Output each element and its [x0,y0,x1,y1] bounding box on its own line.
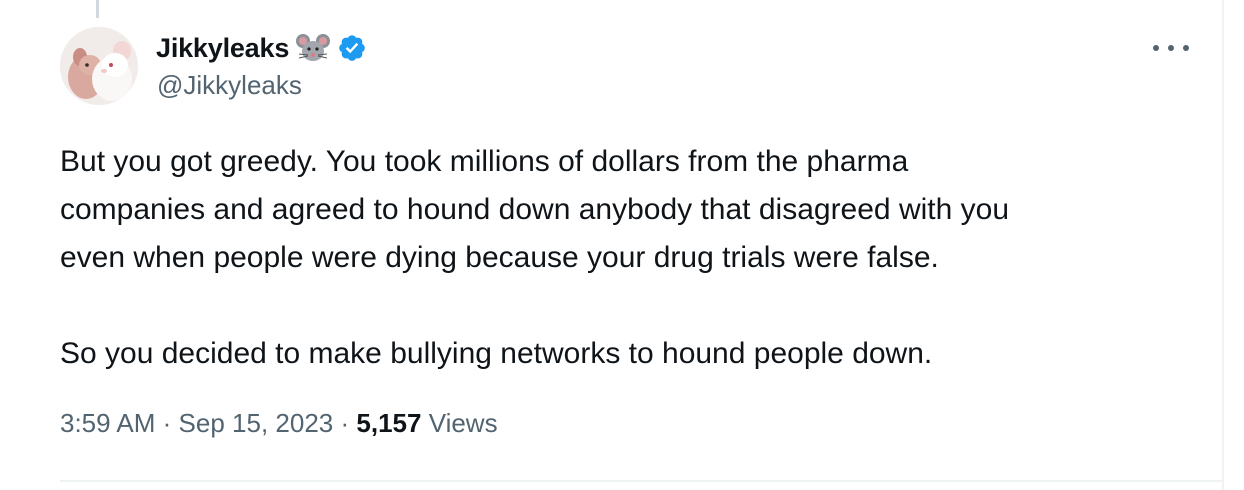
tweet-metadata: 3:59 AM · Sep 15, 2023 · 5,157 Views [60,408,498,439]
meta-separator: · [340,408,350,438]
tweet-text-line: But you got greedy. You took millions of… [60,145,909,178]
tweet-text-line: even when people were dying because your… [60,241,939,274]
more-dot [1183,45,1189,51]
divider [60,480,1222,482]
views-count: 5,157 [356,408,422,438]
tweet-time[interactable]: 3:59 AM [60,408,155,438]
more-dot [1153,45,1159,51]
mouse-face-icon [295,32,331,64]
tweet-text: But you got greedy. You took millions of… [60,138,1200,378]
author-name-row: Jikkyleaks [156,28,367,68]
meta-separator: · [162,408,172,438]
avatar[interactable] [60,27,138,105]
tweet-text-line: companies and agreed to hound down anybo… [60,193,1009,226]
card-border [1222,0,1224,490]
more-options-icon[interactable] [1153,36,1189,60]
author-display-name[interactable]: Jikkyleaks [156,33,289,64]
views-label: Views [428,408,498,438]
verified-badge-icon[interactable] [337,33,367,63]
author-handle[interactable]: @Jikkyleaks [157,70,302,101]
tweet-text-line: So you decided to make bullying networks… [60,337,933,370]
tweet-date[interactable]: Sep 15, 2023 [179,408,334,438]
tweet-card: Jikkyleaks @Jikkyleaks But you got greed… [0,0,1244,490]
more-dot [1168,45,1174,51]
thread-connector-line [96,0,99,18]
paragraph-break [60,282,1200,330]
